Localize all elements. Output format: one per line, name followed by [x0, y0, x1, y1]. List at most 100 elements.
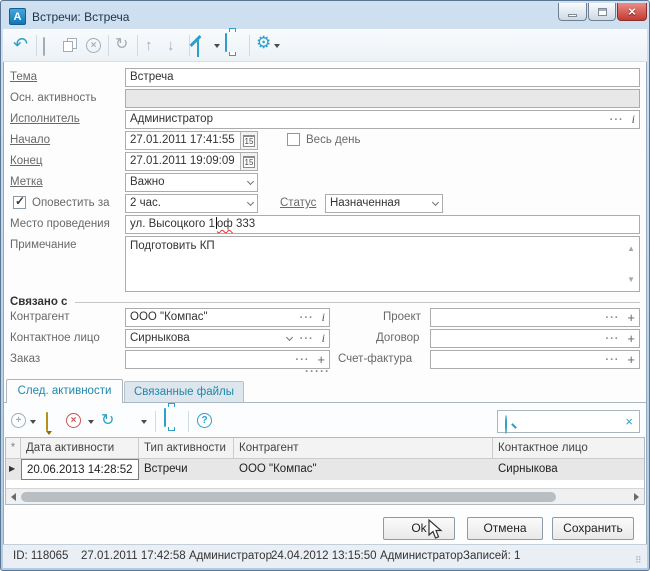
field-label-kontaktnoe-litso: Контактное лицо: [10, 332, 100, 344]
kontaktnoe-litso-lookup-icon[interactable]: ···: [300, 335, 314, 343]
schet-faktura-add-icon[interactable]: +: [627, 351, 635, 368]
zakaz-lookup-icon[interactable]: ···: [295, 356, 309, 364]
proekt-lookup-icon[interactable]: ···: [605, 314, 619, 322]
dogovor-lookup-icon[interactable]: ···: [605, 335, 619, 343]
ispolnitel-lookup-icon[interactable]: ···: [610, 116, 624, 124]
refresh-grid-icon[interactable]: ↻: [101, 410, 114, 430]
window-title: Встречи: Встреча: [32, 10, 129, 24]
metka-select[interactable]: Важно: [125, 173, 258, 192]
zakaz-input[interactable]: ···+: [125, 350, 330, 369]
horizontal-scrollbar[interactable]: [6, 488, 644, 504]
grid-cell-contact[interactable]: Сирныкова: [493, 459, 644, 480]
metka-dropdown-icon[interactable]: [247, 178, 254, 185]
opovestit-dropdown-icon[interactable]: [247, 199, 254, 206]
scrollbar-thumb[interactable]: [21, 492, 556, 502]
status-record-count: Записей: 1: [463, 550, 520, 562]
konets-calendar-icon[interactable]: 15: [240, 153, 257, 170]
schet-faktura-input[interactable]: ··· +: [430, 350, 640, 369]
tab-next-activities[interactable]: След. активности: [6, 379, 123, 403]
print-icon[interactable]: [225, 34, 227, 52]
field-label-status[interactable]: Статус: [280, 197, 316, 209]
add-record-icon[interactable]: +: [11, 413, 26, 428]
nachalo-input[interactable]: 27.01.2011 17:41:55 15: [125, 131, 258, 150]
mesto-input[interactable]: ул. Высоцкого 1оф 333: [125, 215, 640, 234]
grid-corner-icon[interactable]: *: [6, 438, 21, 459]
grid-cell-kontragent[interactable]: ООО "Компас": [234, 459, 493, 480]
move-up-icon[interactable]: ↑: [145, 37, 153, 55]
column-header-date[interactable]: Дата активности: [21, 438, 139, 459]
tab-linked-files[interactable]: Связанные файлы: [124, 381, 244, 403]
field-label-tema[interactable]: Тема: [10, 71, 37, 83]
dogovor-add-icon[interactable]: +: [627, 330, 635, 347]
columns-dropdown-icon[interactable]: [141, 420, 147, 424]
back-icon[interactable]: ↶: [13, 35, 28, 53]
meeting-window: A Встречи: Встреча × ↶ × ↻ ↑ ↓ ⚙ Тема Вс…: [0, 0, 650, 571]
field-label-metka[interactable]: Метка: [10, 176, 43, 188]
kontaktnoe-litso-info-icon[interactable]: i: [322, 330, 325, 347]
cancel-dialog-button[interactable]: Отмена: [467, 517, 543, 540]
edit-dropdown-icon[interactable]: [214, 44, 220, 48]
kontaktnoe-litso-input[interactable]: Сирныкова ···i: [125, 329, 330, 348]
status-updated-at: 24.04.2012 13:15:50: [271, 550, 377, 562]
close-button[interactable]: ×: [617, 3, 647, 21]
app-icon: A: [9, 8, 26, 25]
tab-panel: + × ↻ ? × * Дата активности Тип активнос…: [4, 402, 646, 506]
grid-cell-type[interactable]: Встречи: [139, 459, 234, 480]
refresh-icon[interactable]: ↻: [115, 36, 128, 54]
delete-record-dropdown-icon[interactable]: [88, 420, 94, 424]
konets-input[interactable]: 27.01.2011 19:09:09 15: [125, 152, 258, 171]
ok-button[interactable]: Ok: [383, 517, 455, 540]
scroll-left-icon[interactable]: [11, 493, 16, 501]
help-icon[interactable]: ?: [197, 413, 212, 428]
gear-dropdown-icon[interactable]: [274, 44, 280, 48]
column-header-contact[interactable]: Контактное лицо: [493, 438, 644, 459]
kontragent-lookup-icon[interactable]: ···: [300, 314, 314, 322]
splitter-handle[interactable]: ·····: [305, 364, 330, 378]
field-label-zakaz: Заказ: [10, 353, 40, 365]
scroll-up-icon[interactable]: ▲: [627, 240, 635, 257]
cancel-icon[interactable]: ×: [86, 38, 101, 53]
print-grid-icon[interactable]: [164, 409, 166, 427]
column-header-kontragent[interactable]: Контрагент: [234, 438, 493, 459]
grid-cell-date[interactable]: 20.06.2013 14:28:52: [21, 459, 139, 480]
save-button[interactable]: Сохранить: [552, 517, 634, 540]
field-label-ispolnitel[interactable]: Исполнитель: [10, 113, 80, 125]
kontragent-info-icon[interactable]: i: [322, 309, 325, 326]
kontragent-input[interactable]: ООО "Компас" ···i: [125, 308, 330, 327]
check-icon: ✓: [15, 194, 25, 208]
scroll-down-icon[interactable]: ▼: [627, 271, 635, 288]
opovestit-label: Оповестить за: [32, 197, 110, 209]
add-record-dropdown-icon[interactable]: [30, 420, 36, 424]
new-document-icon[interactable]: [43, 38, 45, 56]
primechanie-textarea[interactable]: Подготовить КП ▲ ▼: [125, 236, 640, 292]
maximize-icon: [598, 8, 607, 16]
minimize-button[interactable]: [558, 3, 587, 21]
proekt-input[interactable]: ··· +: [430, 308, 640, 327]
status-select[interactable]: Назначенная: [325, 194, 443, 213]
gear-icon[interactable]: ⚙: [256, 34, 271, 52]
opovestit-checkbox[interactable]: ✓: [13, 196, 26, 209]
status-dropdown-icon[interactable]: [432, 199, 439, 206]
proekt-add-icon[interactable]: +: [627, 309, 635, 326]
edit-icon[interactable]: [197, 39, 199, 57]
edit-record-icon[interactable]: [46, 413, 48, 431]
kontaktnoe-litso-dropdown-icon[interactable]: [286, 334, 293, 341]
nachalo-calendar-icon[interactable]: 15: [240, 132, 257, 149]
ispolnitel-info-icon[interactable]: i: [632, 111, 635, 128]
resize-grip[interactable]: ⠿: [635, 555, 643, 566]
delete-record-icon[interactable]: ×: [66, 413, 81, 428]
ispolnitel-input[interactable]: Администратор ···i: [125, 110, 640, 129]
column-header-type[interactable]: Тип активности: [139, 438, 234, 459]
search-input[interactable]: ×: [497, 410, 640, 433]
move-down-icon[interactable]: ↓: [167, 37, 175, 55]
field-label-konets[interactable]: Конец: [10, 155, 42, 167]
scroll-right-icon[interactable]: [634, 493, 639, 501]
ves-den-checkbox[interactable]: [287, 133, 300, 146]
schet-faktura-lookup-icon[interactable]: ···: [605, 356, 619, 364]
field-label-nachalo[interactable]: Начало: [10, 134, 50, 146]
maximize-button[interactable]: [588, 3, 616, 21]
tema-input[interactable]: Встреча: [125, 68, 640, 87]
opovestit-select[interactable]: 2 час.: [125, 194, 258, 213]
search-clear-icon[interactable]: ×: [625, 414, 633, 429]
dogovor-input[interactable]: ··· +: [430, 329, 640, 348]
